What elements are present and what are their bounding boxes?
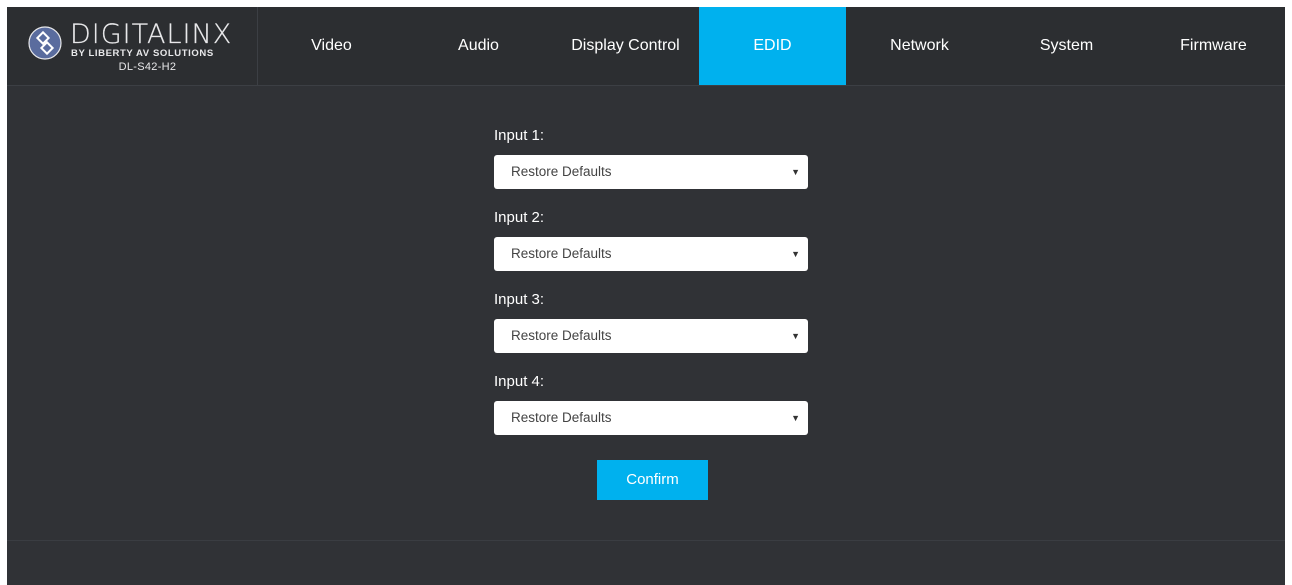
device-model: DL-S42-H2 [118,61,177,73]
input-2-label: Input 2: [494,209,545,226]
input-2-selected-value: Restore Defaults [511,246,612,261]
brand-name: DIGITALINX [70,19,233,50]
footer-divider [7,540,1285,541]
nav-tab-video[interactable]: Video [258,7,405,85]
input-2-edid-select[interactable]: Restore Defaults ▼ [494,237,808,271]
input-1-edid-select[interactable]: Restore Defaults ▼ [494,155,808,189]
top-navigation-bar: DIGITALINX BY LIBERTY AV SOLUTIONS DL-S4… [7,7,1285,86]
nav-tab-edid[interactable]: EDID [699,7,846,85]
input-3-label: Input 3: [494,291,545,308]
caret-down-icon: ▼ [791,167,800,177]
caret-down-icon: ▼ [791,413,800,423]
main-nav: Video Audio Display Control EDID Network… [258,7,1287,85]
nav-tab-system[interactable]: System [993,7,1140,85]
caret-down-icon: ▼ [791,249,800,259]
input-4-edid-select[interactable]: Restore Defaults ▼ [494,401,808,435]
nav-tab-network[interactable]: Network [846,7,993,85]
input-1-selected-value: Restore Defaults [511,164,612,179]
brand-tagline: BY LIBERTY AV SOLUTIONS [71,48,214,59]
nav-tab-display-control[interactable]: Display Control [552,7,699,85]
input-4-label: Input 4: [494,373,545,390]
nav-tab-firmware[interactable]: Firmware [1140,7,1287,85]
app-frame: DIGITALINX BY LIBERTY AV SOLUTIONS DL-S4… [7,7,1285,585]
confirm-button[interactable]: Confirm [597,460,708,500]
diamond-link-icon [28,26,62,60]
input-4-selected-value: Restore Defaults [511,410,612,425]
edid-form: Input 1: Restore Defaults ▼ Input 2: Res… [494,125,808,453]
input-1-label: Input 1: [494,127,545,144]
nav-tab-audio[interactable]: Audio [405,7,552,85]
caret-down-icon: ▼ [791,331,800,341]
input-3-selected-value: Restore Defaults [511,328,612,343]
input-3-edid-select[interactable]: Restore Defaults ▼ [494,319,808,353]
brand-logo[interactable]: DIGITALINX BY LIBERTY AV SOLUTIONS DL-S4… [7,7,258,85]
